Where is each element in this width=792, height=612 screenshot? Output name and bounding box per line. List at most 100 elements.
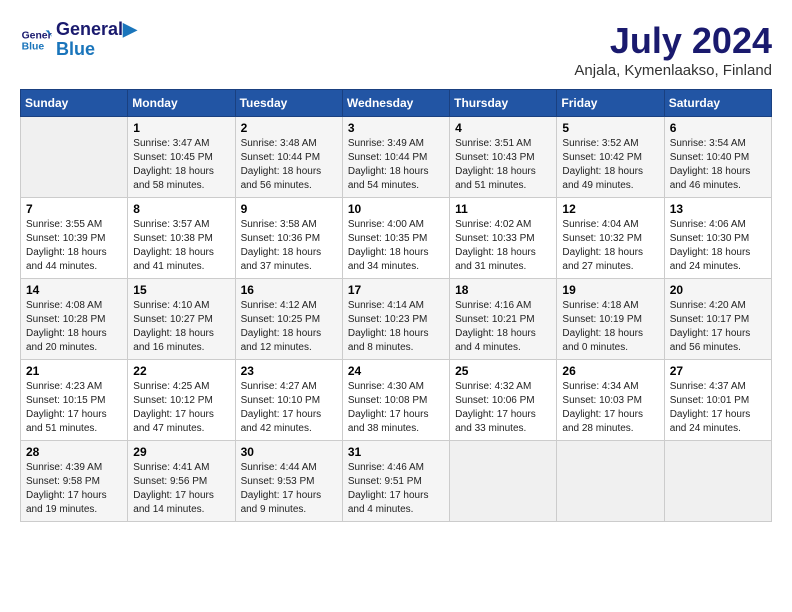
calendar-cell: 26Sunrise: 4:34 AM Sunset: 10:03 PM Dayl…	[557, 360, 664, 441]
day-number: 19	[562, 283, 658, 297]
calendar-cell: 11 Sunrise: 4:02 AM Sunset: 10:33 PM Dayl…	[450, 198, 557, 279]
calendar-table: SundayMondayTuesdayWednesdayThursdayFrid…	[20, 89, 772, 522]
day-info: Sunrise: 3:57 AM Sunset: 10:38 PM Daylig…	[133, 218, 229, 274]
calendar-cell: 4 Sunrise: 3:51 AM Sunset: 10:43 PM Dayli…	[450, 117, 557, 198]
day-info: Sunrise: 4:16 AM Sunset: 10:21 PM Daylig…	[455, 299, 551, 355]
calendar-cell: 3 Sunrise: 3:49 AM Sunset: 10:44 PM Dayli…	[342, 117, 449, 198]
calendar-cell	[557, 441, 664, 522]
calendar-body: 1 Sunrise: 3:47 AM Sunset: 10:45 PM Dayli…	[21, 117, 772, 522]
day-number: 15	[133, 283, 229, 297]
calendar-week-row: 28Sunrise: 4:39 AM Sunset: 9:58 PM Dayli…	[21, 441, 772, 522]
calendar-cell	[664, 441, 771, 522]
day-info: Sunrise: 4:10 AM Sunset: 10:27 PM Daylig…	[133, 299, 229, 355]
day-number: 27	[670, 364, 766, 378]
day-number: 22	[133, 364, 229, 378]
title-block: July 2024 Anjala, Kymenlaakso, Finland	[574, 20, 772, 79]
calendar-cell: 5 Sunrise: 3:52 AM Sunset: 10:42 PM Dayli…	[557, 117, 664, 198]
day-info: Sunrise: 4:12 AM Sunset: 10:25 PM Daylig…	[241, 299, 337, 355]
day-number: 9	[241, 202, 337, 216]
weekday-header-tuesday: Tuesday	[235, 90, 342, 117]
day-info: Sunrise: 3:55 AM Sunset: 10:39 PM Daylig…	[26, 218, 122, 274]
day-info: Sunrise: 4:02 AM Sunset: 10:33 PM Daylig…	[455, 218, 551, 274]
month-year-title: July 2024	[574, 20, 772, 62]
day-info: Sunrise: 3:54 AM Sunset: 10:40 PM Daylig…	[670, 137, 766, 193]
calendar-cell: 12 Sunrise: 4:04 AM Sunset: 10:32 PM Dayl…	[557, 198, 664, 279]
day-info: Sunrise: 4:25 AM Sunset: 10:12 PM Daylig…	[133, 380, 229, 436]
day-number: 28	[26, 445, 122, 459]
calendar-cell: 19 Sunrise: 4:18 AM Sunset: 10:19 PM Dayl…	[557, 279, 664, 360]
day-info: Sunrise: 4:30 AM Sunset: 10:08 PM Daylig…	[348, 380, 444, 436]
day-info: Sunrise: 4:18 AM Sunset: 10:19 PM Daylig…	[562, 299, 658, 355]
calendar-cell: 29 Sunrise: 4:41 AM Sunset: 9:56 PM Dayli…	[128, 441, 235, 522]
day-number: 14	[26, 283, 122, 297]
day-number: 7	[26, 202, 122, 216]
day-info: Sunrise: 4:41 AM Sunset: 9:56 PM Dayligh…	[133, 461, 229, 517]
calendar-cell: 23 Sunrise: 4:27 AM Sunset: 10:10 PM Dayl…	[235, 360, 342, 441]
day-info: Sunrise: 3:49 AM Sunset: 10:44 PM Daylig…	[348, 137, 444, 193]
day-info: Sunrise: 3:47 AM Sunset: 10:45 PM Daylig…	[133, 137, 229, 193]
calendar-cell: 9 Sunrise: 3:58 AM Sunset: 10:36 PM Dayli…	[235, 198, 342, 279]
calendar-cell: 31Sunrise: 4:46 AM Sunset: 9:51 PM Dayli…	[342, 441, 449, 522]
calendar-cell	[450, 441, 557, 522]
weekday-header-saturday: Saturday	[664, 90, 771, 117]
day-number: 10	[348, 202, 444, 216]
day-number: 20	[670, 283, 766, 297]
day-info: Sunrise: 4:27 AM Sunset: 10:10 PM Daylig…	[241, 380, 337, 436]
calendar-cell: 25Sunrise: 4:32 AM Sunset: 10:06 PM Dayl…	[450, 360, 557, 441]
day-number: 17	[348, 283, 444, 297]
weekday-header-thursday: Thursday	[450, 90, 557, 117]
day-info: Sunrise: 3:48 AM Sunset: 10:44 PM Daylig…	[241, 137, 337, 193]
calendar-cell: 10 Sunrise: 4:00 AM Sunset: 10:35 PM Dayl…	[342, 198, 449, 279]
day-info: Sunrise: 4:06 AM Sunset: 10:30 PM Daylig…	[670, 218, 766, 274]
day-number: 18	[455, 283, 551, 297]
weekday-header-sunday: Sunday	[21, 90, 128, 117]
calendar-cell: 22 Sunrise: 4:25 AM Sunset: 10:12 PM Dayl…	[128, 360, 235, 441]
day-info: Sunrise: 4:14 AM Sunset: 10:23 PM Daylig…	[348, 299, 444, 355]
location-subtitle: Anjala, Kymenlaakso, Finland	[574, 62, 772, 79]
calendar-cell: 28Sunrise: 4:39 AM Sunset: 9:58 PM Dayli…	[21, 441, 128, 522]
day-info: Sunrise: 4:04 AM Sunset: 10:32 PM Daylig…	[562, 218, 658, 274]
day-info: Sunrise: 4:37 AM Sunset: 10:01 PM Daylig…	[670, 380, 766, 436]
day-number: 16	[241, 283, 337, 297]
general-blue-logo-icon: General Blue	[20, 24, 52, 56]
calendar-cell: 17 Sunrise: 4:14 AM Sunset: 10:23 PM Dayl…	[342, 279, 449, 360]
day-info: Sunrise: 4:44 AM Sunset: 9:53 PM Dayligh…	[241, 461, 337, 517]
day-number: 21	[26, 364, 122, 378]
calendar-cell: 30Sunrise: 4:44 AM Sunset: 9:53 PM Dayli…	[235, 441, 342, 522]
calendar-cell: 24 Sunrise: 4:30 AM Sunset: 10:08 PM Dayl…	[342, 360, 449, 441]
day-info: Sunrise: 3:51 AM Sunset: 10:43 PM Daylig…	[455, 137, 551, 193]
day-info: Sunrise: 4:34 AM Sunset: 10:03 PM Daylig…	[562, 380, 658, 436]
day-info: Sunrise: 4:20 AM Sunset: 10:17 PM Daylig…	[670, 299, 766, 355]
calendar-cell: 2Sunrise: 3:48 AM Sunset: 10:44 PM Dayli…	[235, 117, 342, 198]
day-number: 6	[670, 121, 766, 135]
day-number: 5	[562, 121, 658, 135]
day-number: 3	[348, 121, 444, 135]
day-info: Sunrise: 4:08 AM Sunset: 10:28 PM Daylig…	[26, 299, 122, 355]
calendar-cell: 21Sunrise: 4:23 AM Sunset: 10:15 PM Dayl…	[21, 360, 128, 441]
weekday-header-friday: Friday	[557, 90, 664, 117]
day-number: 29	[133, 445, 229, 459]
svg-text:Blue: Blue	[22, 41, 45, 52]
day-number: 31	[348, 445, 444, 459]
day-number: 11	[455, 202, 551, 216]
calendar-cell: 14 Sunrise: 4:08 AM Sunset: 10:28 PM Dayl…	[21, 279, 128, 360]
day-number: 4	[455, 121, 551, 135]
calendar-week-row: 14 Sunrise: 4:08 AM Sunset: 10:28 PM Dayl…	[21, 279, 772, 360]
calendar-cell: 7 Sunrise: 3:55 AM Sunset: 10:39 PM Dayli…	[21, 198, 128, 279]
day-number: 24	[348, 364, 444, 378]
calendar-week-row: 7 Sunrise: 3:55 AM Sunset: 10:39 PM Dayli…	[21, 198, 772, 279]
calendar-cell: 27 Sunrise: 4:37 AM Sunset: 10:01 PM Dayl…	[664, 360, 771, 441]
calendar-cell: 18 Sunrise: 4:16 AM Sunset: 10:21 PM Dayl…	[450, 279, 557, 360]
day-number: 13	[670, 202, 766, 216]
day-info: Sunrise: 4:00 AM Sunset: 10:35 PM Daylig…	[348, 218, 444, 274]
calendar-header: SundayMondayTuesdayWednesdayThursdayFrid…	[21, 90, 772, 117]
calendar-cell: 15 Sunrise: 4:10 AM Sunset: 10:27 PM Dayl…	[128, 279, 235, 360]
logo-text-line1: General▶	[56, 20, 137, 40]
day-number: 12	[562, 202, 658, 216]
day-info: Sunrise: 3:52 AM Sunset: 10:42 PM Daylig…	[562, 137, 658, 193]
day-number: 23	[241, 364, 337, 378]
day-info: Sunrise: 3:58 AM Sunset: 10:36 PM Daylig…	[241, 218, 337, 274]
day-number: 1	[133, 121, 229, 135]
calendar-cell: 20 Sunrise: 4:20 AM Sunset: 10:17 PM Dayl…	[664, 279, 771, 360]
calendar-week-row: 21Sunrise: 4:23 AM Sunset: 10:15 PM Dayl…	[21, 360, 772, 441]
